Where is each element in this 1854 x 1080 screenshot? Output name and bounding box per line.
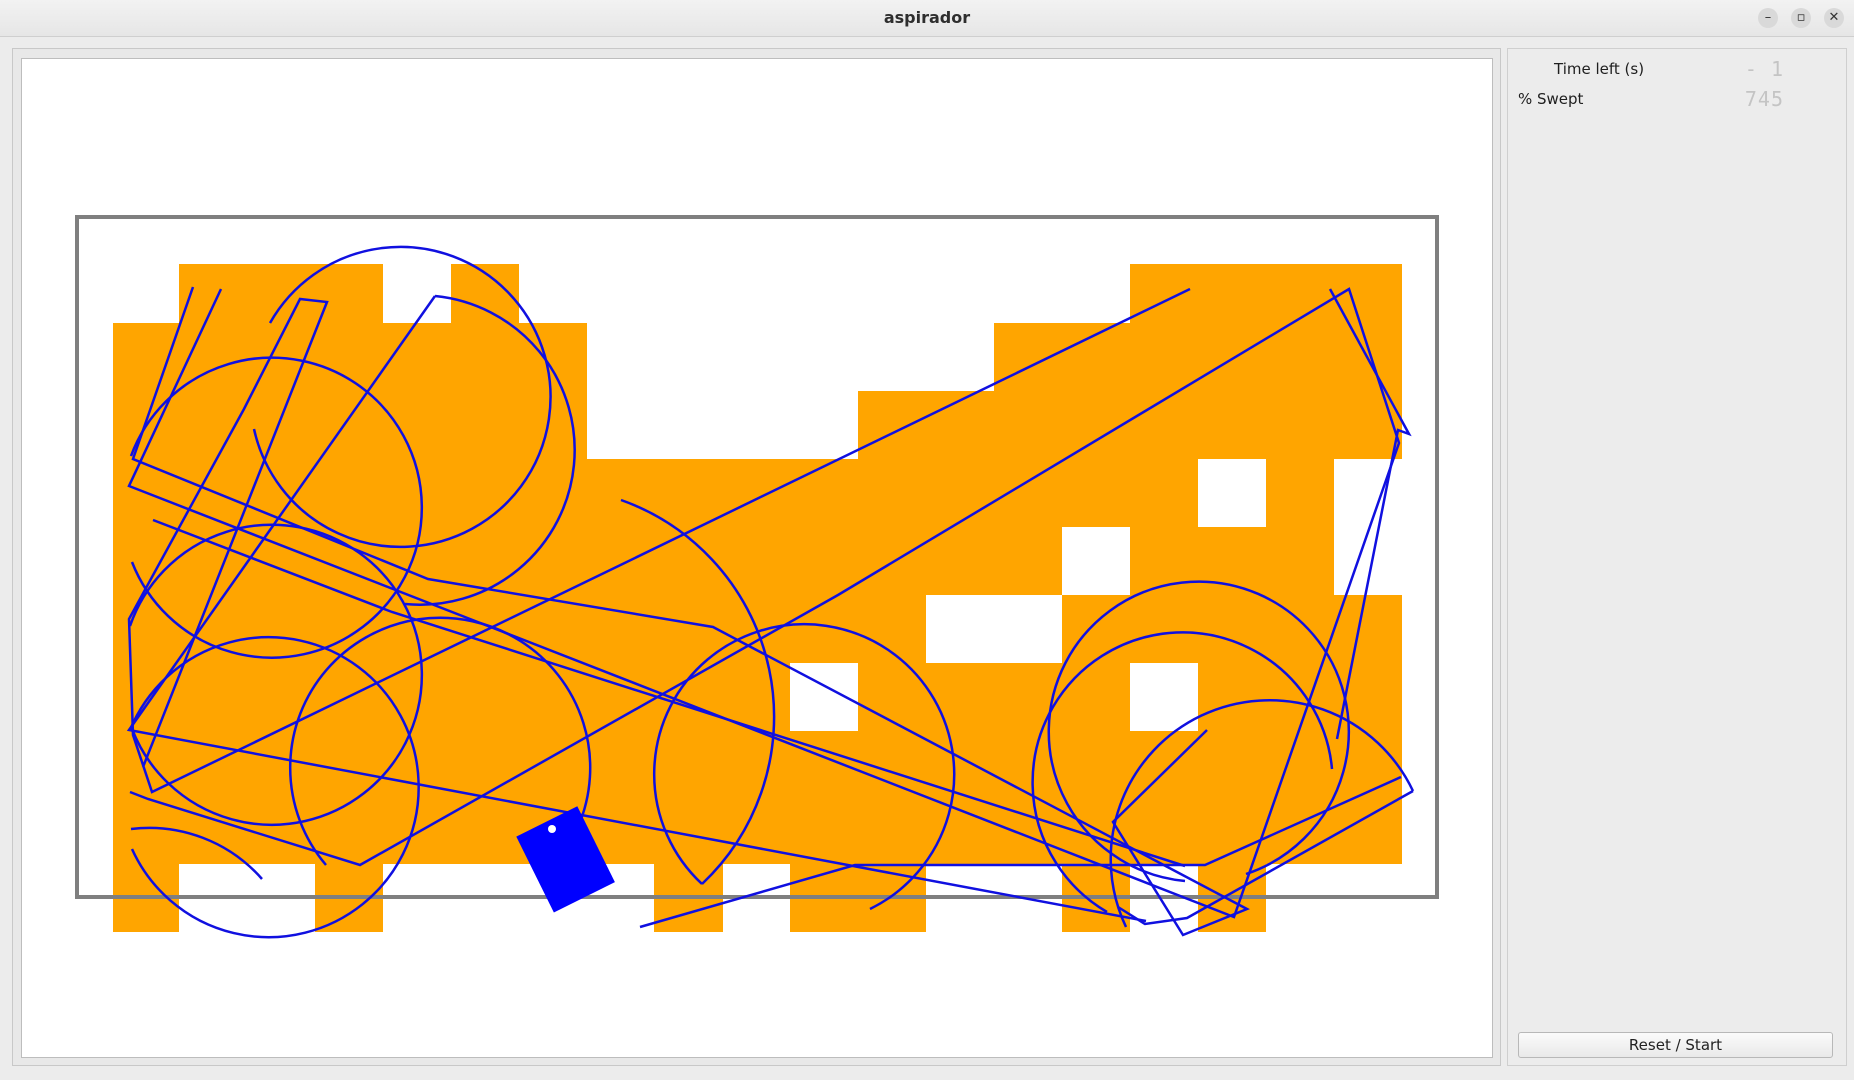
swept-display: 745: [1744, 87, 1784, 111]
side-panel: [1507, 48, 1847, 1066]
swept-area: [113, 264, 1402, 932]
time-left-label: Time left (s): [1554, 60, 1645, 78]
restore-icon[interactable]: ▫: [1791, 8, 1811, 28]
reset-start-button[interactable]: Reset / Start: [1518, 1032, 1833, 1058]
simulation-canvas[interactable]: [21, 58, 1493, 1058]
window-title: aspirador: [883, 8, 971, 27]
room-map: [75, 215, 1439, 939]
robot-sensor-dot: [548, 825, 556, 833]
swept-label: % Swept: [1518, 90, 1584, 108]
minimize-icon[interactable]: –: [1758, 8, 1778, 28]
window-titlebar: aspirador – ▫ ✕: [0, 0, 1854, 37]
close-icon[interactable]: ✕: [1824, 8, 1844, 28]
time-left-display: - 1: [1744, 57, 1784, 81]
